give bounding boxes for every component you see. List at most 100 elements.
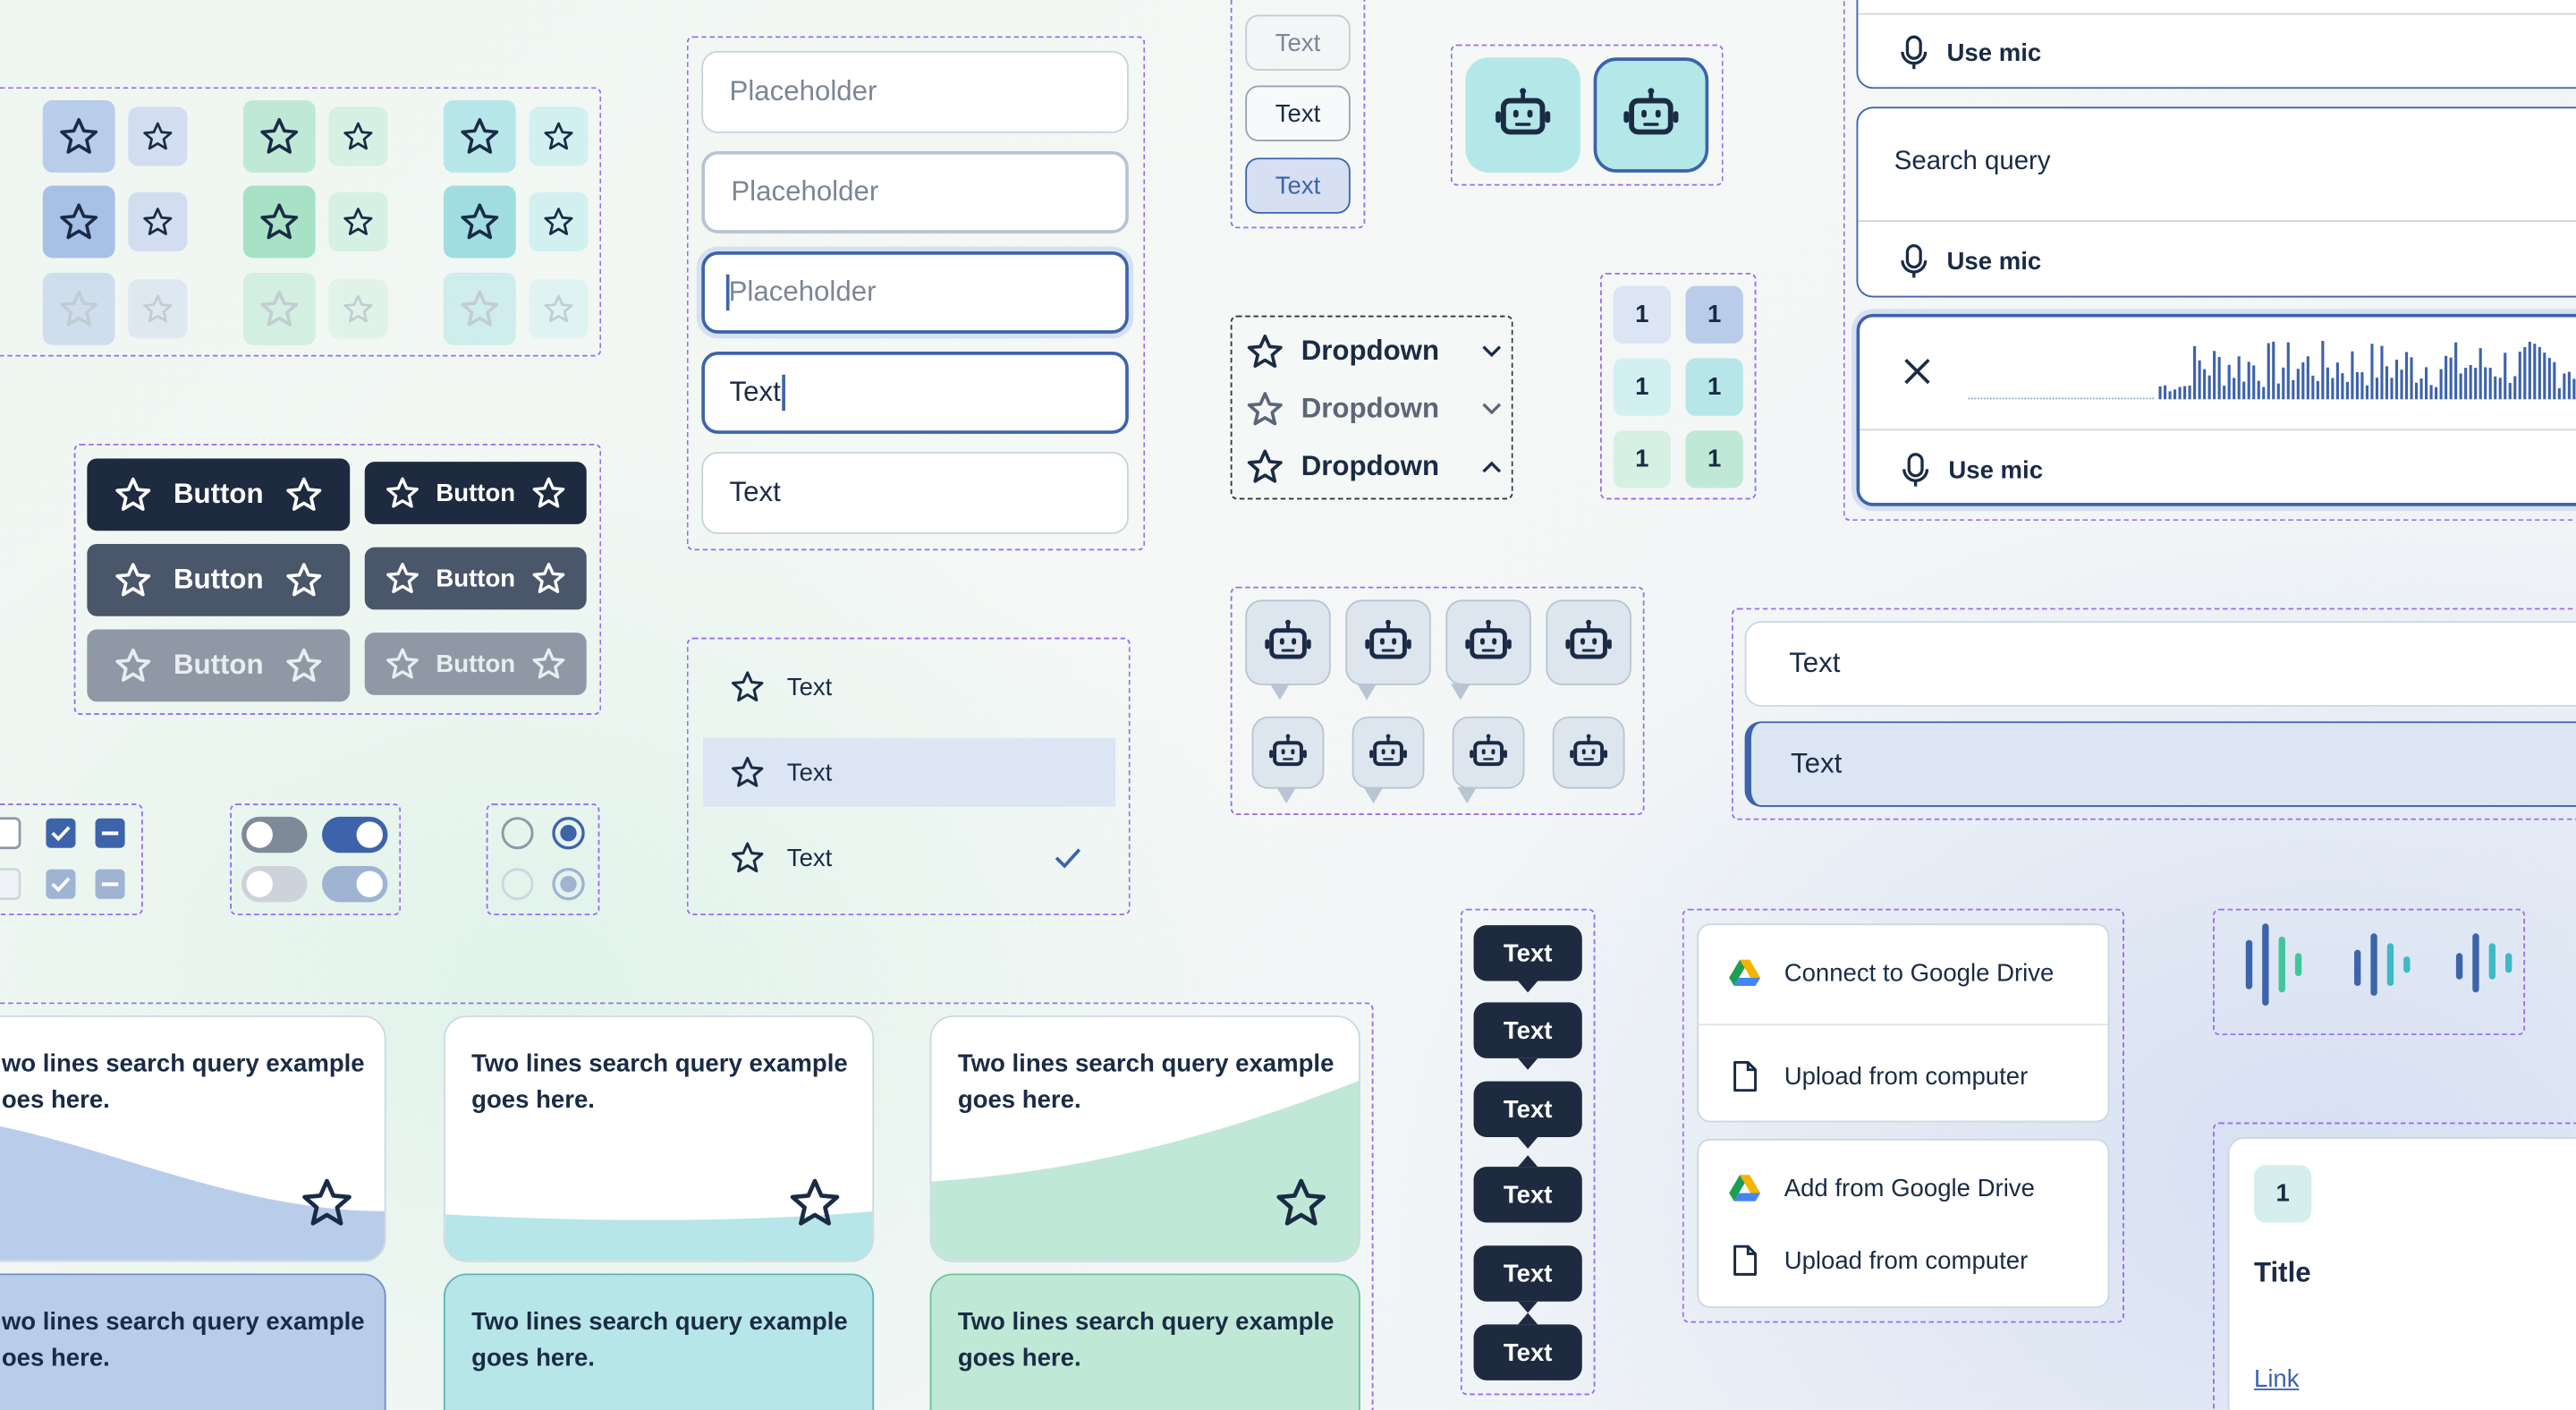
star-tile-small[interactable] xyxy=(328,279,388,339)
star-icon xyxy=(1247,334,1283,369)
text-input-default[interactable]: Placeholder xyxy=(701,50,1129,133)
star-tile-small[interactable] xyxy=(529,106,589,166)
waveform-dot xyxy=(2008,397,2011,400)
search-query-input[interactable]: Search query xyxy=(1894,148,2051,177)
use-mic-button[interactable]: Use mic xyxy=(1897,243,2041,279)
waveform-bar xyxy=(2538,346,2541,400)
text-field-selected[interactable]: Text xyxy=(1744,721,2576,807)
bot-avatar-bubble[interactable] xyxy=(1345,599,1431,701)
star-button-small[interactable]: Button xyxy=(364,462,587,524)
voice-wave-bar xyxy=(2455,953,2463,980)
menu-item[interactable]: Text xyxy=(703,823,1115,892)
toggle-set[interactable] xyxy=(240,811,394,907)
star-button-small[interactable]: Button xyxy=(364,633,587,695)
waveform-bar xyxy=(2563,373,2566,400)
dropdown-label: Dropdown xyxy=(1301,335,1440,367)
radio-set[interactable] xyxy=(496,811,595,907)
star-tile[interactable] xyxy=(42,185,115,259)
star-tile-small[interactable] xyxy=(128,106,188,166)
star-tile-small[interactable] xyxy=(128,279,188,339)
text-input-hover[interactable]: Placeholder xyxy=(701,150,1129,234)
bot-avatar-bubble[interactable] xyxy=(1452,716,1525,804)
use-mic-button[interactable]: Use mic xyxy=(1897,35,2041,71)
text-input-focused[interactable]: Placeholder xyxy=(701,251,1129,334)
tooltip: Text xyxy=(1473,1155,1582,1223)
menu-item[interactable]: Text xyxy=(703,737,1116,807)
star-tile[interactable] xyxy=(242,100,316,173)
menu-item-connect-drive[interactable]: Connect to Google Drive xyxy=(1728,958,2054,988)
use-mic-button[interactable]: Use mic xyxy=(1899,452,2043,488)
star-tile[interactable] xyxy=(443,185,516,259)
waveform-bar xyxy=(2469,364,2472,400)
dropdown[interactable]: Dropdown xyxy=(1245,328,1502,374)
bot-avatar-bubble[interactable] xyxy=(1352,716,1425,804)
menu-item[interactable]: Text xyxy=(703,652,1115,721)
close-icon[interactable] xyxy=(1902,357,1932,386)
star-button-large[interactable]: Button xyxy=(87,629,351,702)
card-text: Two lines search query example goes here… xyxy=(471,1049,848,1115)
star-icon xyxy=(732,756,764,787)
star-tile[interactable] xyxy=(42,100,115,173)
text-field[interactable]: Text xyxy=(1744,621,2576,707)
star-tile-small[interactable] xyxy=(128,191,188,252)
star-tile[interactable] xyxy=(242,272,316,345)
star-tile[interactable] xyxy=(443,100,516,173)
chip-selected[interactable]: Text xyxy=(1245,157,1351,214)
waveform-bar xyxy=(2316,380,2319,400)
dropdown[interactable]: Dropdown xyxy=(1245,386,1502,432)
menu-item-upload-computer[interactable]: Upload from computer xyxy=(1728,1244,2028,1277)
chip-disabled[interactable]: Text xyxy=(1245,14,1351,71)
waveform-dot xyxy=(1977,397,1979,400)
tile-link[interactable]: Link xyxy=(2254,1365,2300,1393)
star-tile[interactable] xyxy=(42,272,115,345)
waveform-dot xyxy=(1996,397,1998,400)
bot-avatar-bubble[interactable] xyxy=(1546,599,1631,685)
card-text: Two lines search query example goes here… xyxy=(957,1049,1335,1115)
counter-badge: 1 xyxy=(1613,285,1671,344)
waveform-dot xyxy=(2102,397,2105,400)
waveform-bar xyxy=(2351,351,2354,400)
bot-avatar-bubble[interactable] xyxy=(1552,716,1625,789)
search-query-card[interactable]: Two lines search query example goes here… xyxy=(443,1015,875,1262)
bot-button-focused[interactable] xyxy=(1593,57,1709,173)
star-button-large[interactable]: Button xyxy=(87,543,351,616)
menu-item-upload-computer[interactable]: Upload from computer xyxy=(1728,1060,2028,1093)
star-icon[interactable] xyxy=(1273,1175,1328,1230)
star-icon[interactable] xyxy=(299,1175,354,1230)
waveform-bar xyxy=(2474,368,2478,400)
star-icon[interactable] xyxy=(787,1175,843,1230)
star-icon xyxy=(115,563,151,597)
bot-button[interactable] xyxy=(1465,57,1580,173)
search-query-card[interactable]: Two lines search query example goes here… xyxy=(929,1273,1360,1410)
waveform-bar xyxy=(2168,391,2172,400)
star-button-large[interactable]: Button xyxy=(87,458,351,531)
star-tile-small[interactable] xyxy=(328,191,388,252)
dropdown[interactable]: Dropdown xyxy=(1245,444,1502,489)
star-tile[interactable] xyxy=(443,272,516,345)
tooltip-arrow xyxy=(1518,981,1538,993)
search-query-card[interactable]: wo lines search query example oes here. xyxy=(0,1015,386,1262)
search-query-card[interactable]: Two lines search query example goes here… xyxy=(929,1015,1360,1262)
star-tile-small[interactable] xyxy=(529,191,589,252)
star-tile-small[interactable] xyxy=(529,279,589,339)
waveform-dot xyxy=(2005,397,2008,400)
bot-avatar-bubble[interactable] xyxy=(1245,599,1331,701)
waveform-dot xyxy=(2083,397,2086,400)
text-input-typing[interactable]: Text xyxy=(701,352,1129,434)
bot-avatar-bubble[interactable] xyxy=(1445,599,1531,701)
search-query-card[interactable]: Two lines search query example goes here… xyxy=(443,1273,875,1410)
search-query-card[interactable]: wo lines search query example oes here. xyxy=(0,1273,386,1410)
waveform-bar xyxy=(2173,389,2177,400)
checkbox-set[interactable] xyxy=(0,813,138,905)
input-placeholder: Placeholder xyxy=(729,75,877,107)
star-tile-small[interactable] xyxy=(328,106,388,166)
chip-default[interactable]: Text xyxy=(1245,85,1351,141)
bot-avatar-bubble[interactable] xyxy=(1251,716,1325,804)
star-button-small[interactable]: Button xyxy=(364,547,587,610)
text-input-filled[interactable]: Text xyxy=(701,452,1129,534)
star-tile[interactable] xyxy=(242,185,316,259)
menu-item-add-drive[interactable]: Add from Google Drive xyxy=(1728,1173,2035,1202)
menu-item-label: Upload from computer xyxy=(1784,1062,2029,1091)
waveform-bar xyxy=(2498,378,2502,400)
star-icon xyxy=(260,203,299,240)
